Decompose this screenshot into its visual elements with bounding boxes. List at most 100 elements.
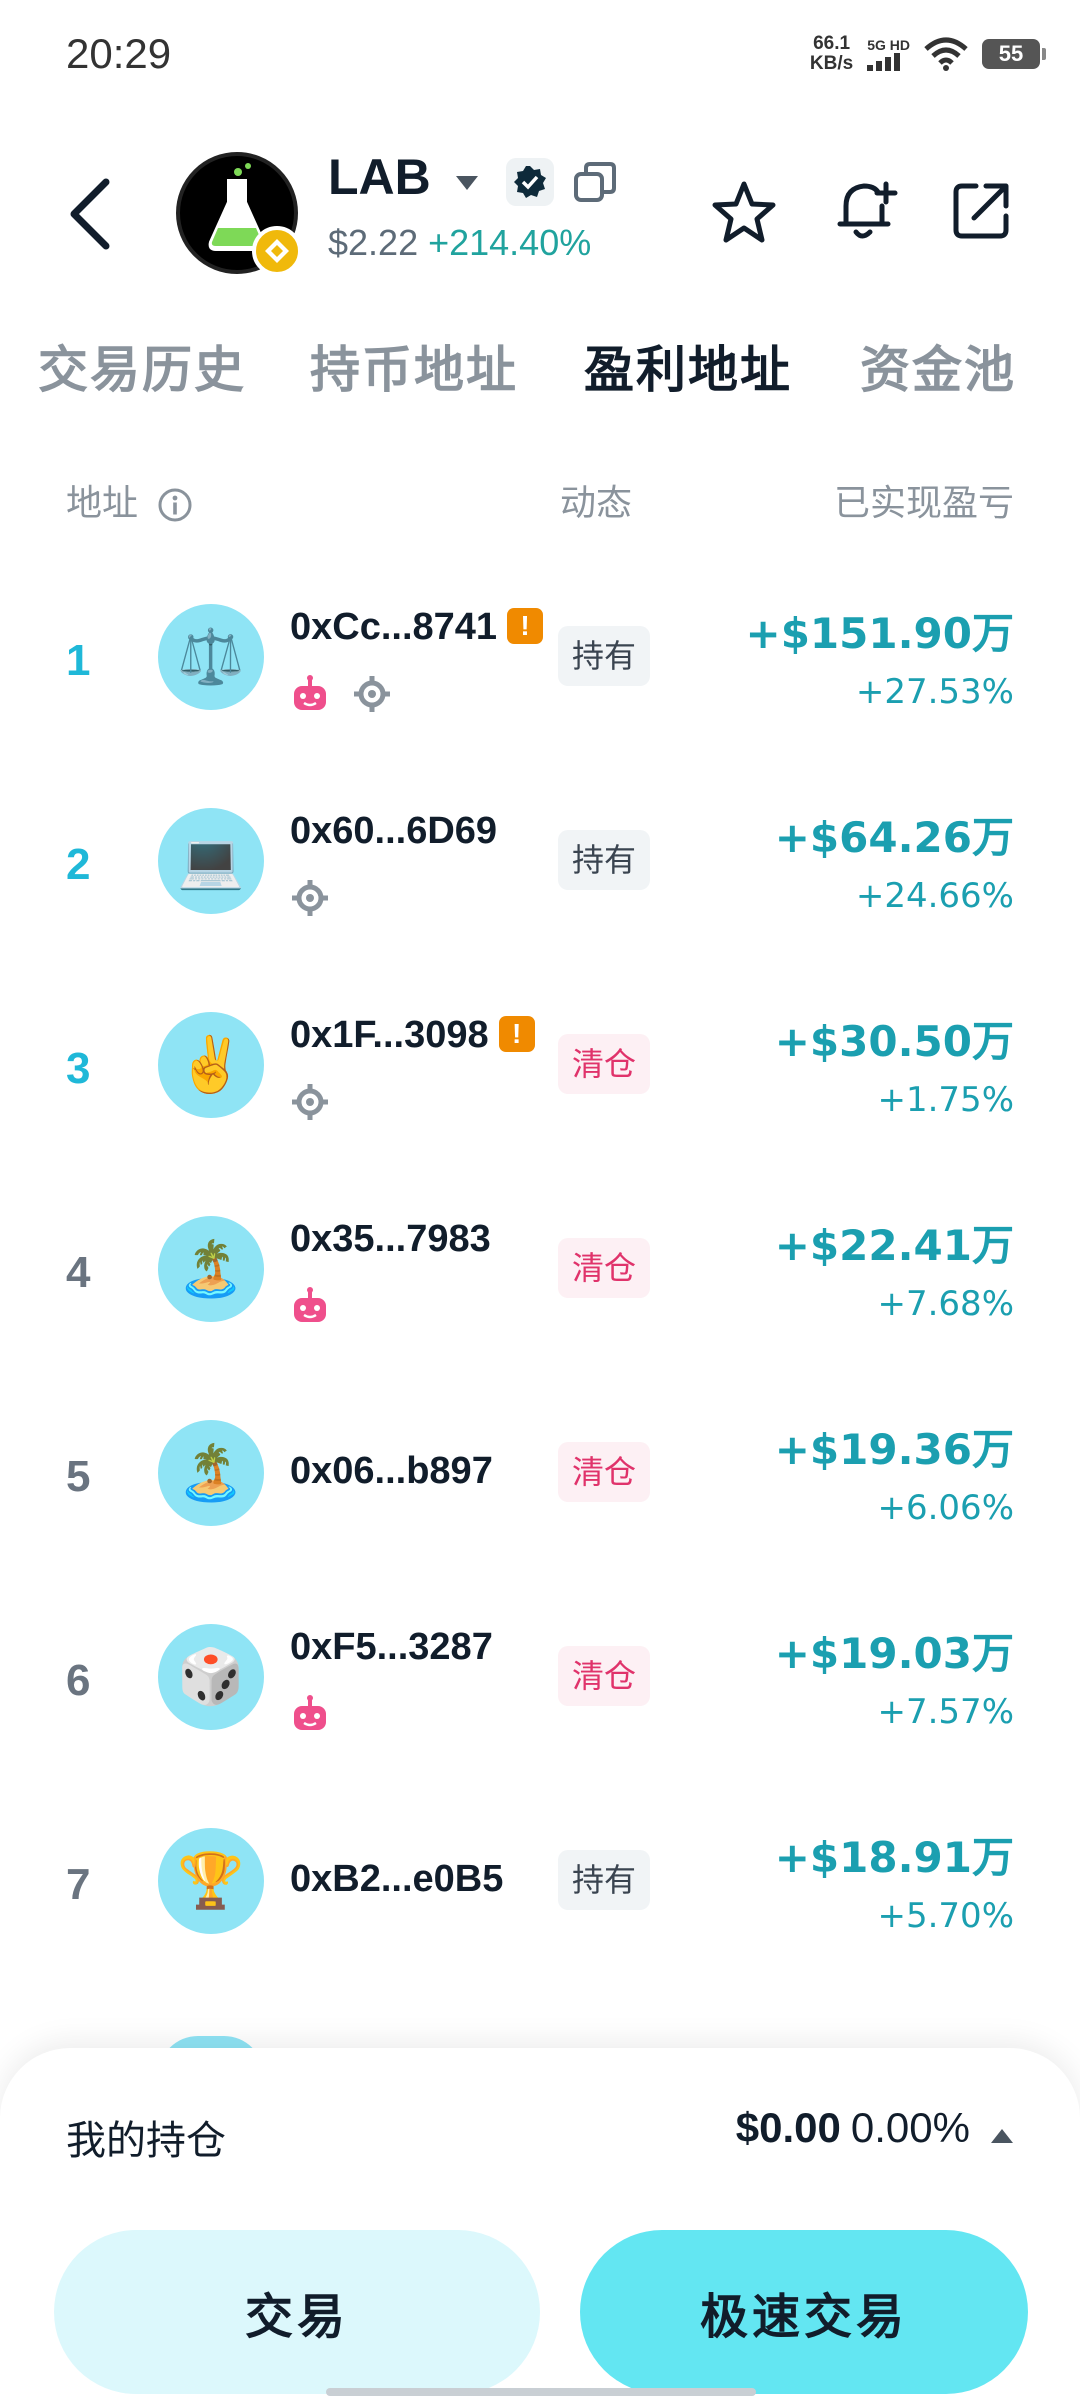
star-icon[interactable] <box>712 180 776 244</box>
tab-bar: 交易历史 持币地址 盈利地址 资金池 <box>0 330 1080 410</box>
wallet-address[interactable]: 0x35...7983 <box>290 1218 491 1261</box>
signal-label: 5G HD <box>867 37 910 53</box>
realized-pnl-value: +$19.03万 <box>774 1629 1014 1678</box>
wallet-address-text: 0xB2...e0B5 <box>290 1858 504 1900</box>
realized-pnl-percent: +6.06% <box>877 1488 1015 1528</box>
column-header-realized-pnl[interactable]: 已实现盈亏 <box>834 474 1014 526</box>
wallet-address[interactable]: 0xCc...8741! <box>290 606 544 649</box>
wallet-address-text: 0xCc...8741 <box>290 606 498 648</box>
realized-pnl-value: +$64.26万 <box>774 813 1014 862</box>
share-icon[interactable] <box>950 180 1012 242</box>
my-holdings-value[interactable]: $0.00 0.00% <box>736 2104 970 2152</box>
address-tags <box>290 1286 330 1330</box>
avatar[interactable]: 🏝️ <box>158 1420 264 1526</box>
realized-pnl-percent: +5.70% <box>877 1896 1015 1936</box>
table-row[interactable]: 1 ⚖️ 0xCc...8741! 持有 +$151.90万 +27.53% <box>0 570 1080 774</box>
realized-pnl-percent: +27.53% <box>855 672 1014 712</box>
wallet-address-text: 0x1F...3098 <box>290 1014 489 1056</box>
table-row[interactable]: 6 🎲 0xF5...3287 清仓 +$19.03万 +7.57% <box>0 1590 1080 1794</box>
realized-pnl-value: +$19.36万 <box>774 1425 1014 1474</box>
crosshair-icon[interactable] <box>352 674 392 718</box>
back-arrow-icon[interactable] <box>60 174 120 254</box>
token-price: $2.22 <box>328 222 419 263</box>
status-time: 20:29 <box>66 30 172 77</box>
status-bar: 20:29 66.1 KB/s 5G HD 55 <box>0 0 1080 110</box>
bot-icon[interactable] <box>290 674 330 718</box>
warning-icon[interactable]: ! <box>498 1016 535 1052</box>
cell-signal-icon: 5G HD <box>867 37 910 71</box>
wallet-address[interactable]: 0xF5...3287 <box>290 1626 493 1669</box>
row-rank: 5 <box>66 1452 91 1501</box>
address-tags <box>290 878 330 922</box>
avatar[interactable]: 🏆 <box>158 1828 264 1934</box>
bell-add-icon[interactable] <box>832 176 898 246</box>
network-speed-unit: KB/s <box>809 53 854 74</box>
avatar[interactable]: 🎲 <box>158 1624 264 1730</box>
tab-profit-addresses[interactable]: 盈利地址 <box>584 330 792 402</box>
table-row[interactable]: 5 🏝️ 0x06...b897 清仓 +$19.36万 +6.06% <box>0 1386 1080 1590</box>
caret-down-icon[interactable] <box>454 174 480 192</box>
bot-icon[interactable] <box>290 1286 330 1330</box>
crosshair-icon[interactable] <box>290 878 330 922</box>
bot-icon[interactable] <box>290 1694 330 1738</box>
avatar[interactable]: ⚖️ <box>158 604 264 710</box>
chain-badge-icon <box>252 226 302 276</box>
column-header-address: 地址 <box>66 474 193 526</box>
wallet-address-text: 0xF5...3287 <box>290 1626 493 1668</box>
tab-trade-history[interactable]: 交易历史 <box>38 330 246 402</box>
realized-pnl-value: +$151.90万 <box>745 609 1015 658</box>
avatar[interactable]: 💻 <box>158 808 264 914</box>
home-indicator[interactable] <box>326 2388 756 2396</box>
table-row[interactable]: 7 🏆 0xB2...e0B5 持有 +$18.91万 +5.70% <box>0 1794 1080 1998</box>
wallet-address[interactable]: 0x60...6D69 <box>290 810 497 853</box>
copy-icon[interactable] <box>572 160 618 206</box>
position-sheet: 我的持仓 $0.00 0.00% 交易 极速交易 <box>0 2048 1080 2400</box>
realized-pnl-percent: +7.68% <box>877 1284 1015 1324</box>
row-rank: 4 <box>66 1248 91 1297</box>
tab-holders[interactable]: 持币地址 <box>310 330 518 402</box>
realized-pnl-percent: +24.66% <box>855 876 1014 916</box>
avatar[interactable]: 🏝️ <box>158 1216 264 1322</box>
table-row[interactable]: 3 ✌️ 0x1F...3098! 清仓 +$30.50万 +1.75% <box>0 978 1080 1182</box>
table-row[interactable]: 2 💻 0x60...6D69 持有 +$64.26万 +24.66% <box>0 774 1080 978</box>
wifi-icon <box>924 37 968 71</box>
battery-icon: 55 <box>982 39 1046 69</box>
my-holdings-label: 我的持仓 <box>66 2118 226 2164</box>
realized-pnl-value: +$18.91万 <box>774 1833 1014 1882</box>
status-badge: 清仓 <box>558 1442 651 1502</box>
trade-button[interactable]: 交易 <box>54 2230 540 2394</box>
wallet-address[interactable]: 0x1F...3098! <box>290 1014 535 1057</box>
status-badge: 清仓 <box>558 1238 651 1298</box>
table-row[interactable]: 4 🏝️ 0x35...7983 清仓 +$22.41万 +7.68% <box>0 1182 1080 1386</box>
tab-liquidity-pool[interactable]: 资金池 <box>860 330 1016 402</box>
wallet-address-text: 0x06...b897 <box>290 1450 493 1492</box>
verified-icon <box>506 158 554 206</box>
column-header-activity: 动态 <box>560 483 633 524</box>
row-rank: 6 <box>66 1656 91 1705</box>
network-speed-value: 66.1 <box>813 33 851 54</box>
info-icon[interactable] <box>157 487 193 523</box>
caret-up-icon[interactable] <box>990 2128 1014 2144</box>
status-badge: 持有 <box>558 830 651 890</box>
wallet-address[interactable]: 0xB2...e0B5 <box>290 1858 503 1901</box>
wallet-address-text: 0x60...6D69 <box>290 810 498 852</box>
holding-amount: $0.00 <box>735 2104 841 2151</box>
status-badge: 持有 <box>558 1850 651 1910</box>
row-rank: 2 <box>66 840 91 889</box>
wallet-address-text: 0x35...7983 <box>290 1218 491 1260</box>
warning-icon[interactable]: ! <box>507 608 544 644</box>
status-badge: 清仓 <box>558 1646 651 1706</box>
token-header: LAB $2.22 +214.40% <box>0 140 1080 280</box>
realized-pnl-percent: +1.75% <box>877 1080 1015 1120</box>
token-name[interactable]: LAB <box>328 148 431 206</box>
status-indicators: 66.1 KB/s 5G HD 55 <box>809 33 1046 74</box>
fast-trade-button[interactable]: 极速交易 <box>580 2230 1028 2394</box>
price-row: $2.22 +214.40% <box>328 222 591 264</box>
status-badge: 持有 <box>558 626 651 686</box>
wallet-address[interactable]: 0x06...b897 <box>290 1450 493 1493</box>
crosshair-icon[interactable] <box>290 1082 330 1126</box>
avatar[interactable]: ✌️ <box>158 1012 264 1118</box>
row-rank: 3 <box>66 1044 91 1093</box>
price-change: +214.40% <box>428 222 592 263</box>
holding-percent: 0.00% <box>850 2104 970 2151</box>
